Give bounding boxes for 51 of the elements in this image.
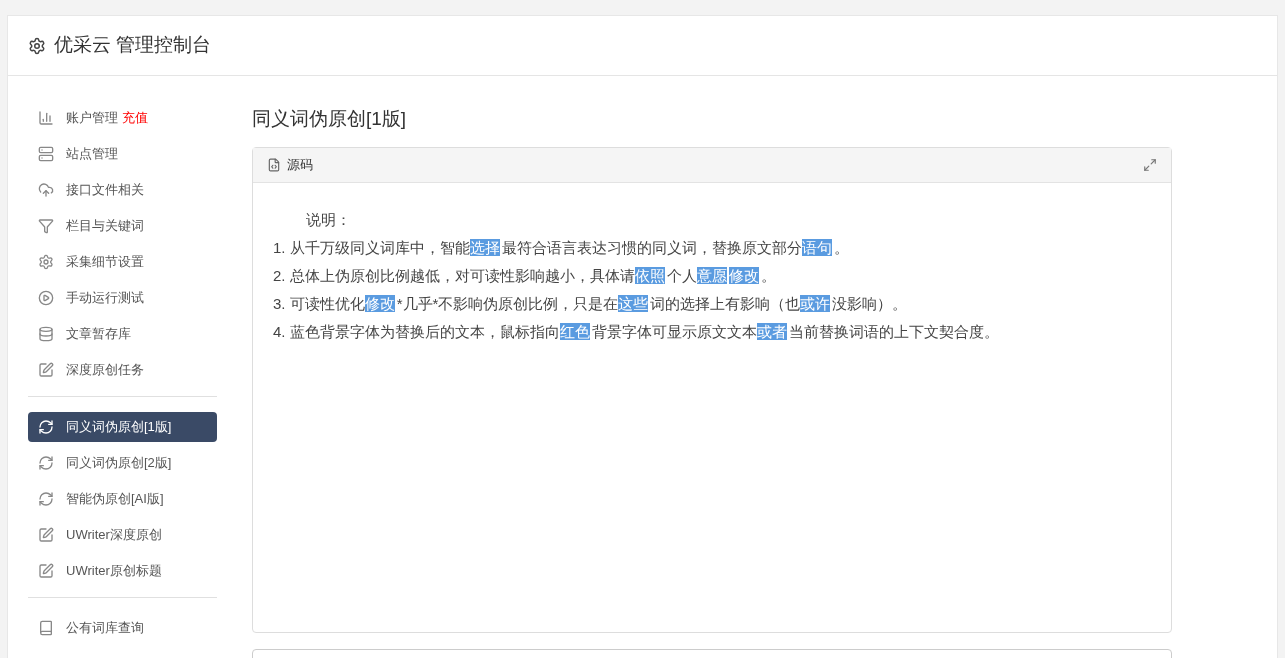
item-label: 手动运行测试: [66, 289, 144, 308]
page-title: 同义词伪原创[1版]: [252, 107, 408, 131]
sidebar-item[interactable]: 智能伪原创[AI版]: [28, 484, 217, 514]
gear-icon: [38, 254, 54, 270]
sidebar-item[interactable]: 同义词伪原创[1版]: [28, 412, 217, 442]
refresh-icon: [38, 491, 54, 507]
database-icon: [38, 326, 54, 342]
sidebar-item[interactable]: 文章暂存库: [28, 319, 217, 349]
sidebar-item[interactable]: 采集细节设置: [28, 247, 217, 277]
item-label: 采集细节设置: [66, 253, 144, 272]
edit-icon: [38, 563, 54, 579]
fullscreen-icon[interactable]: [1143, 157, 1157, 172]
sidebar-item[interactable]: 接口文件相关: [28, 175, 217, 205]
item-label: 同义词伪原创[1版]: [66, 418, 172, 437]
sidebar-item[interactable]: 公有词库查询: [28, 613, 217, 643]
sidebar-item[interactable]: UWriter原创标题: [28, 556, 217, 586]
server-icon: [38, 146, 54, 162]
sidebar-item[interactable]: UWriter深度原创: [28, 520, 217, 550]
sidebar-item[interactable]: 手动运行测试: [28, 283, 217, 313]
sidebar-item[interactable]: 站点管理: [28, 139, 217, 169]
cloud-upload-icon: [38, 182, 54, 198]
app-title: 优采云 管理控制台: [54, 33, 212, 58]
sidebar-item[interactable]: 同义词伪原创[2版]: [28, 448, 217, 478]
refresh-icon: [38, 455, 54, 471]
item-label: 深度原创任务: [66, 361, 144, 380]
edit-icon: [38, 362, 54, 378]
item-label: 接口文件相关: [66, 181, 144, 200]
sidebar-item[interactable]: 深度原创任务: [28, 355, 217, 385]
sidebar-item[interactable]: 账户管理 充值: [28, 103, 217, 133]
recharge-link[interactable]: 充值: [122, 108, 148, 128]
item-label: 智能伪原创[AI版]: [66, 490, 164, 509]
bar-chart-icon: [38, 110, 54, 126]
note-heading: 说明：: [305, 209, 352, 230]
item-label: 公有词库查询: [66, 619, 144, 638]
sidebar-item[interactable]: 栏目与关键词: [28, 211, 217, 241]
play-icon: [38, 290, 54, 306]
source-code-icon[interactable]: [267, 157, 281, 172]
item-label: UWriter原创标题: [66, 562, 162, 581]
filter-icon: [38, 218, 54, 234]
edit-icon: [38, 527, 54, 543]
item-label: 栏目与关键词: [66, 217, 144, 236]
item-label: 账户管理: [66, 109, 118, 128]
item-label: 站点管理: [66, 145, 118, 164]
item-label: 文章暂存库: [66, 325, 131, 344]
item-label: UWriter深度原创: [66, 526, 162, 545]
refresh-icon: [38, 419, 54, 435]
book-icon: [38, 620, 54, 636]
item-label: 同义词伪原创[2版]: [66, 454, 172, 473]
source-button[interactable]: 源码: [287, 154, 313, 175]
note-line: 4. 蓝色背景字体为替换后的文本，鼠标指向红色背景字体可显示原文文本或者当前替换词语的上下文契合度。: [273, 321, 1000, 342]
settings-icon: [28, 36, 46, 55]
